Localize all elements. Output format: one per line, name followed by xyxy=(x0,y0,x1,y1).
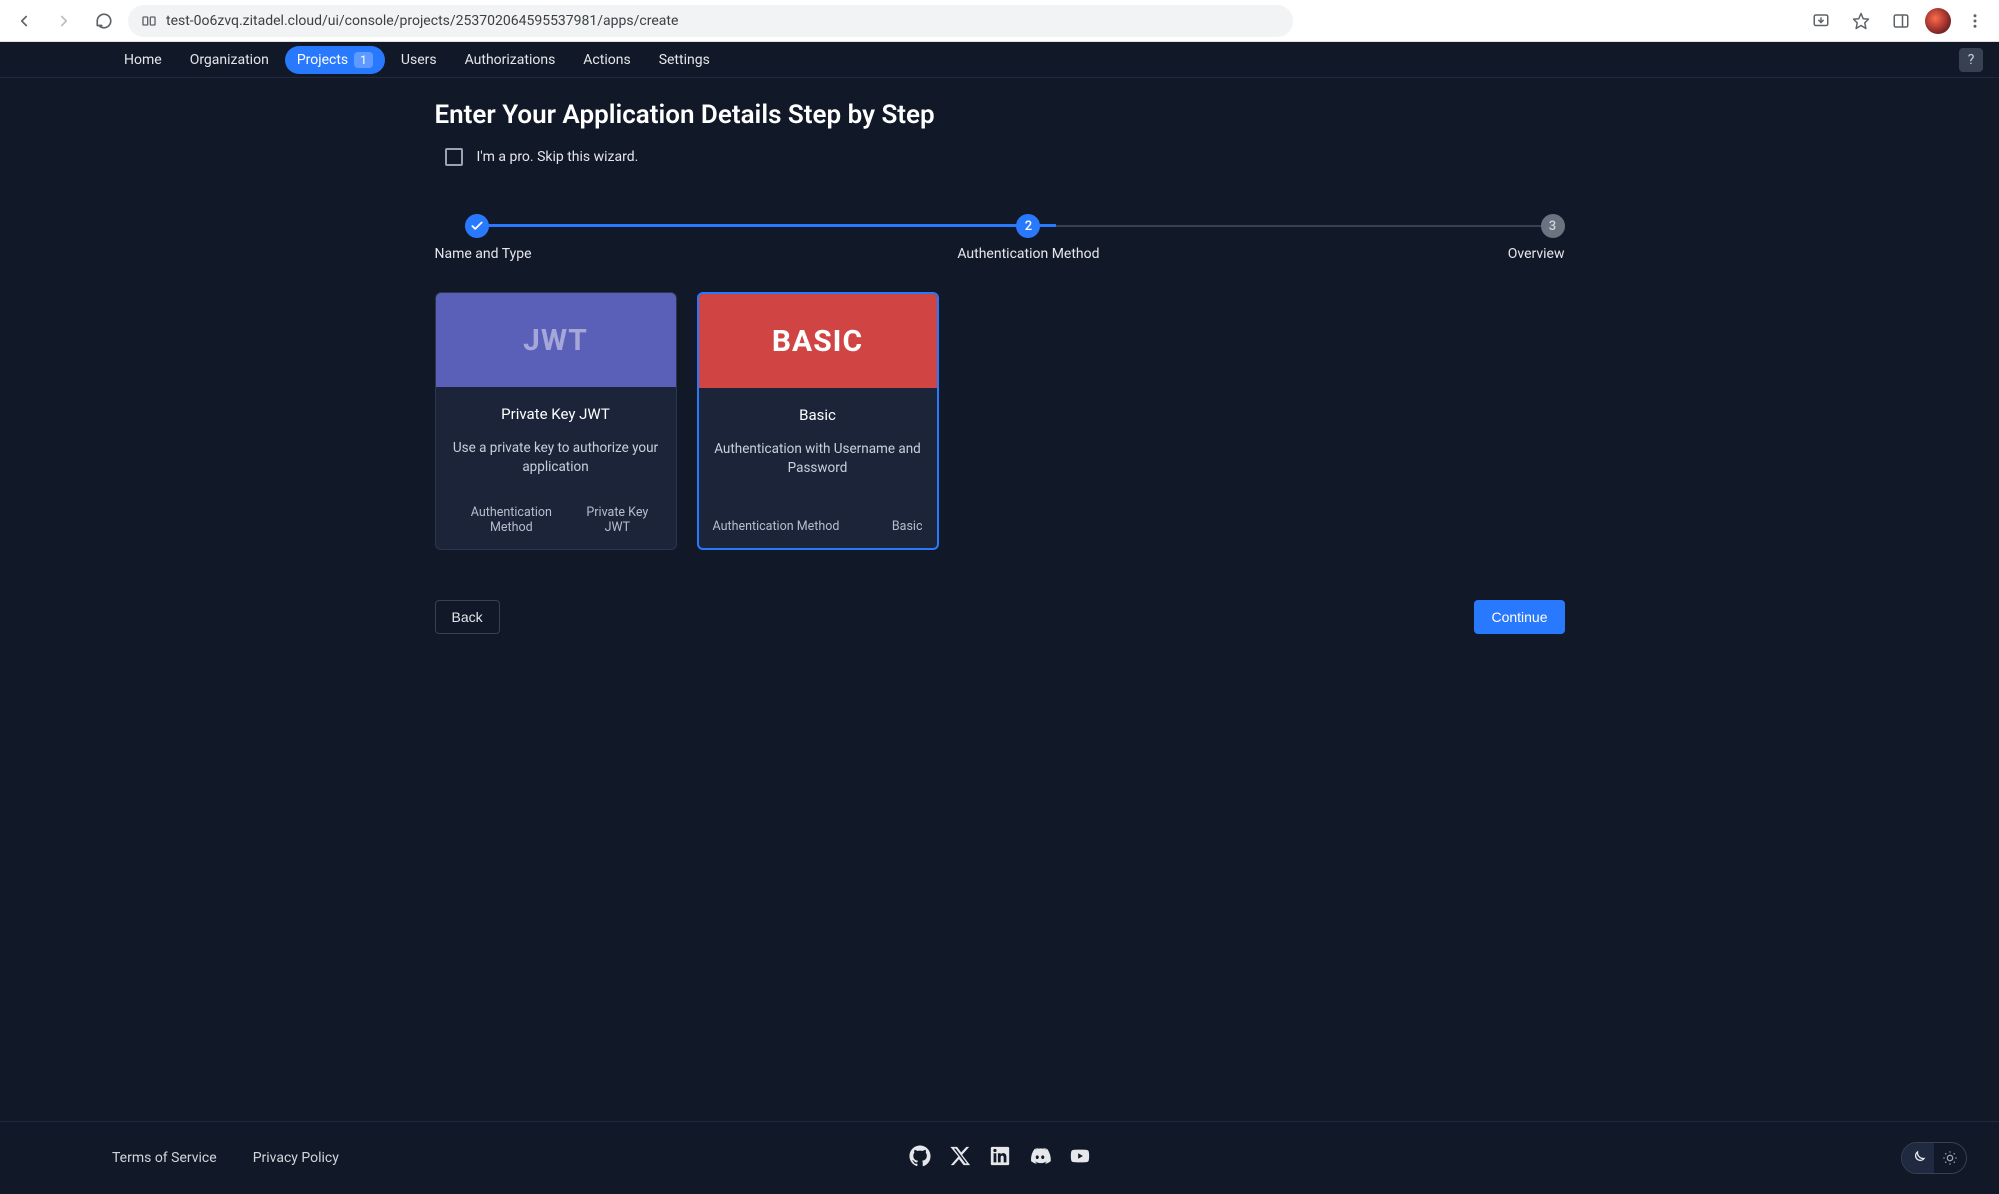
browser-back-button[interactable] xyxy=(8,5,40,37)
browser-omnibox[interactable]: test-0o6zvq.zitadel.cloud/ui/console/pro… xyxy=(128,5,1293,37)
browser-menu-icon[interactable] xyxy=(1959,5,1991,37)
back-button[interactable]: Back xyxy=(435,600,500,634)
footer: Terms of Service Privacy Policy xyxy=(0,1121,1999,1194)
nav-organization[interactable]: Organization xyxy=(178,46,281,74)
browser-toolbar: test-0o6zvq.zitadel.cloud/ui/console/pro… xyxy=(0,0,1999,42)
card-jwt-meta-val: Private Key JWT xyxy=(573,505,661,535)
footer-privacy-link[interactable]: Privacy Policy xyxy=(253,1150,339,1166)
app-shell: Home Organization Projects 1 Users Autho… xyxy=(0,42,1999,1194)
footer-tos-link[interactable]: Terms of Service xyxy=(112,1150,217,1166)
panel-icon[interactable] xyxy=(1885,5,1917,37)
card-basic-meta-val: Basic xyxy=(892,519,923,534)
theme-dark-icon[interactable] xyxy=(1902,1143,1934,1173)
skip-wizard-checkbox[interactable] xyxy=(445,148,463,166)
stepper: Name and Type 2 Authentication Method 3 … xyxy=(435,214,1565,238)
auth-method-cards: JWT Private Key JWT Use a private key to… xyxy=(435,292,1565,550)
step-overview[interactable]: 3 Overview xyxy=(1541,214,1565,238)
theme-toggle[interactable] xyxy=(1901,1142,1967,1174)
browser-url: test-0o6zvq.zitadel.cloud/ui/console/pro… xyxy=(166,13,678,29)
github-icon[interactable] xyxy=(909,1145,931,1171)
step-1-circle xyxy=(465,214,489,238)
step-authentication-method[interactable]: 2 Authentication Method xyxy=(1016,214,1040,238)
browser-forward-button[interactable] xyxy=(48,5,80,37)
linkedin-icon[interactable] xyxy=(989,1145,1011,1171)
page-title: Enter Your Application Details Step by S… xyxy=(435,100,1565,130)
wizard-actions: Back Continue xyxy=(435,600,1565,634)
card-jwt-meta-key: Authentication Method xyxy=(450,505,574,535)
nav-actions[interactable]: Actions xyxy=(571,46,642,74)
profile-avatar[interactable] xyxy=(1925,8,1951,34)
card-jwt[interactable]: JWT Private Key JWT Use a private key to… xyxy=(435,292,677,550)
youtube-icon[interactable] xyxy=(1069,1145,1091,1171)
card-basic[interactable]: BASIC Basic Authentication with Username… xyxy=(697,292,939,550)
step-name-and-type[interactable]: Name and Type xyxy=(465,214,489,238)
x-icon[interactable] xyxy=(949,1145,971,1171)
bookmark-icon[interactable] xyxy=(1845,5,1877,37)
card-basic-title: Basic xyxy=(713,406,923,424)
card-jwt-title: Private Key JWT xyxy=(450,405,662,423)
skip-wizard-row: I'm a pro. Skip this wizard. xyxy=(445,148,1565,166)
top-nav: Home Organization Projects 1 Users Autho… xyxy=(0,42,1999,78)
nav-users[interactable]: Users xyxy=(389,46,449,74)
step-2-circle: 2 xyxy=(1016,214,1040,238)
nav-projects-badge: 1 xyxy=(354,52,373,68)
nav-home[interactable]: Home xyxy=(112,46,174,74)
install-app-icon[interactable] xyxy=(1805,5,1837,37)
help-button[interactable]: ? xyxy=(1959,48,1983,72)
card-jwt-desc: Use a private key to authorize your appl… xyxy=(450,439,662,477)
theme-light-icon[interactable] xyxy=(1934,1143,1966,1173)
browser-reload-button[interactable] xyxy=(88,5,120,37)
discord-icon[interactable] xyxy=(1029,1145,1051,1171)
site-info-icon[interactable] xyxy=(140,12,158,30)
card-basic-banner: BASIC xyxy=(699,294,937,388)
nav-projects[interactable]: Projects 1 xyxy=(285,46,385,74)
card-basic-meta-key: Authentication Method xyxy=(713,519,840,534)
continue-button[interactable]: Continue xyxy=(1474,600,1564,634)
skip-wizard-label: I'm a pro. Skip this wizard. xyxy=(477,149,639,165)
card-jwt-banner: JWT xyxy=(436,293,676,387)
card-basic-desc: Authentication with Username and Passwor… xyxy=(713,440,923,478)
nav-authorizations[interactable]: Authorizations xyxy=(453,46,568,74)
nav-settings[interactable]: Settings xyxy=(647,46,722,74)
step-3-circle: 3 xyxy=(1541,214,1565,238)
